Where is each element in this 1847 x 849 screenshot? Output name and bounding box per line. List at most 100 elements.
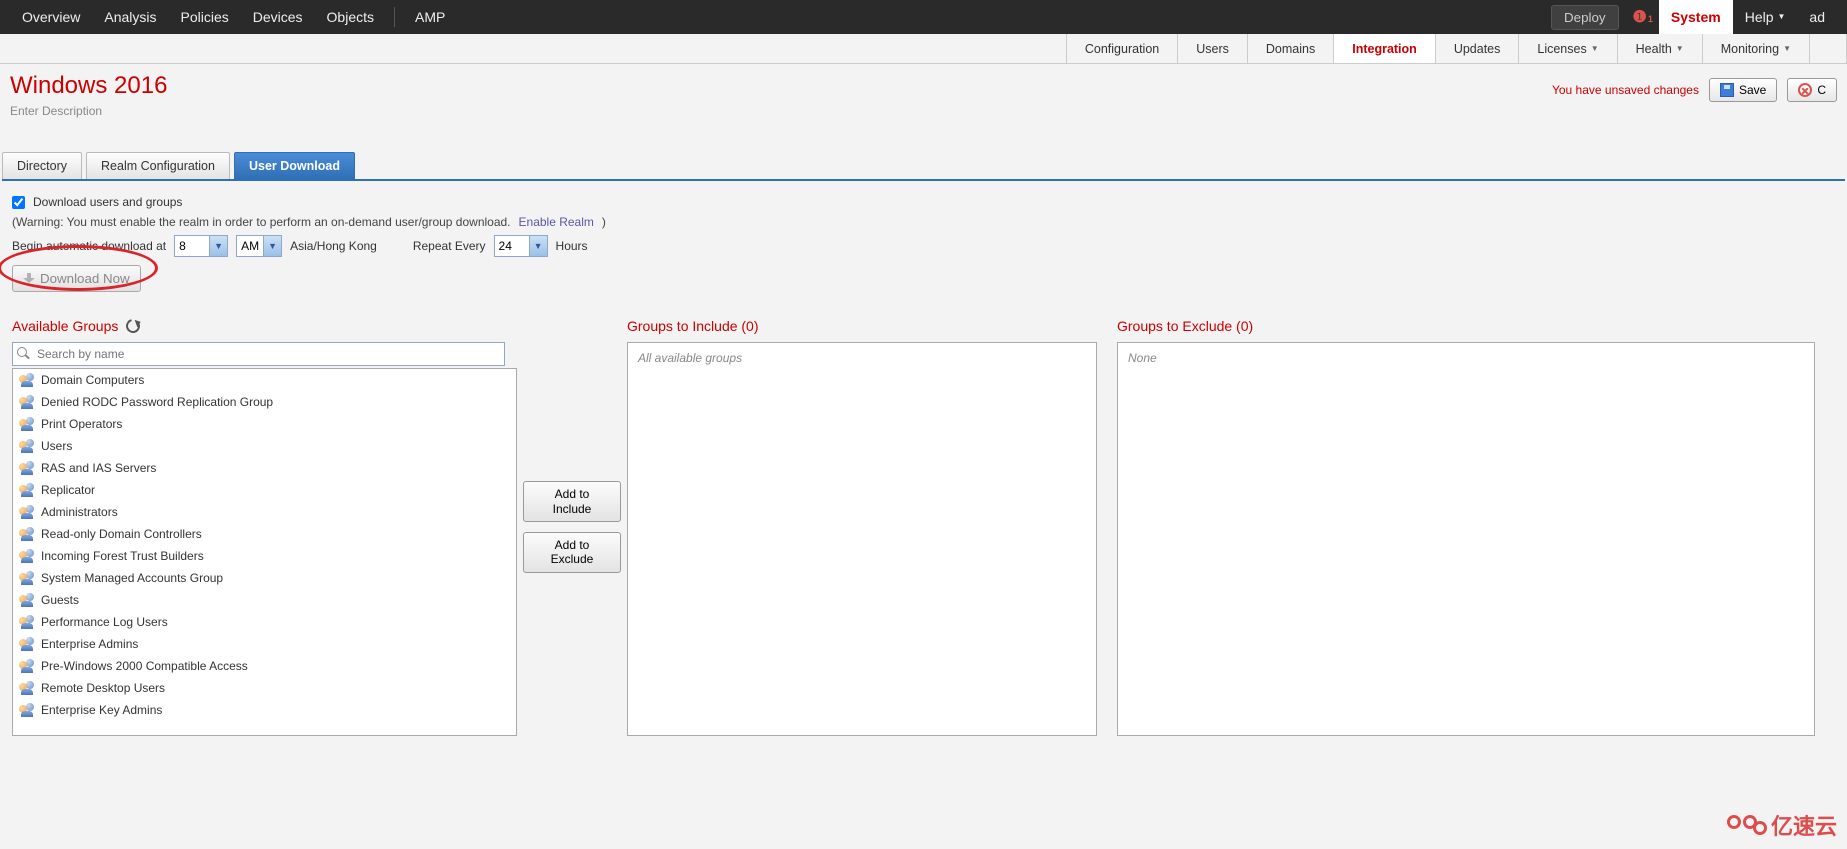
group-name: Remote Desktop Users (41, 681, 165, 695)
deploy-button[interactable]: Deploy (1551, 5, 1619, 30)
subnav-integration[interactable]: Integration (1333, 34, 1435, 63)
subnav-domains[interactable]: Domains (1247, 34, 1333, 63)
group-icon (19, 637, 35, 651)
list-item[interactable]: Performance Log Users (13, 611, 516, 633)
repeat-input[interactable] (495, 236, 529, 256)
subnav-users[interactable]: Users (1177, 34, 1247, 63)
group-icon (19, 527, 35, 541)
nav-devices[interactable]: Devices (241, 0, 315, 34)
group-icon (19, 395, 35, 409)
page-header-left: Windows 2016 Enter Description (10, 72, 167, 118)
download-icon (23, 273, 35, 285)
group-name: Read-only Domain Controllers (41, 527, 202, 541)
list-item[interactable]: Pre-Windows 2000 Compatible Access (13, 655, 516, 677)
group-icon (19, 571, 35, 585)
download-now-button[interactable]: Download Now (12, 265, 141, 292)
list-item[interactable]: Guests (13, 589, 516, 611)
subnav-health[interactable]: Health▼ (1617, 34, 1702, 63)
group-name: Enterprise Key Admins (41, 703, 162, 717)
sub-nav: Configuration Users Domains Integration … (0, 34, 1847, 64)
group-icon (19, 505, 35, 519)
hour-input[interactable] (175, 236, 209, 256)
cancel-icon (1798, 83, 1812, 97)
nav-objects[interactable]: Objects (315, 0, 386, 34)
add-to-exclude-button[interactable]: Add to Exclude (523, 532, 621, 573)
exclude-groups-list[interactable]: None (1117, 342, 1815, 736)
nav-help[interactable]: Help▼ (1733, 0, 1798, 34)
caret-icon: ▼ (1591, 34, 1599, 64)
nav-policies[interactable]: Policies (169, 0, 241, 34)
group-icon (19, 483, 35, 497)
subnav-updates[interactable]: Updates (1435, 34, 1519, 63)
group-name: Incoming Forest Trust Builders (41, 549, 204, 563)
group-name: Guests (41, 593, 79, 607)
nav-divider (394, 7, 395, 27)
include-groups-list[interactable]: All available groups (627, 342, 1097, 736)
group-name: Users (41, 439, 72, 453)
page-description[interactable]: Enter Description (10, 104, 167, 118)
nav-amp[interactable]: AMP (403, 0, 457, 34)
subnav-monitoring[interactable]: Monitoring▼ (1702, 34, 1809, 63)
download-users-checkbox[interactable] (12, 196, 25, 209)
timezone-label: Asia/Hong Kong (290, 239, 377, 253)
list-item[interactable]: Print Operators (13, 413, 516, 435)
group-name: Domain Computers (41, 373, 144, 387)
download-now-label: Download Now (40, 271, 130, 286)
subnav-monitoring-label: Monitoring (1721, 34, 1779, 64)
ampm-input[interactable] (237, 236, 263, 256)
watermark: 亿速云 (1727, 809, 1837, 841)
list-item[interactable]: Denied RODC Password Replication Group (13, 391, 516, 413)
tab-user-download[interactable]: User Download (234, 152, 355, 179)
download-users-label: Download users and groups (33, 195, 182, 209)
hours-label: Hours (556, 239, 588, 253)
alert-icon[interactable]: ❶1 (1633, 7, 1653, 27)
nav-system[interactable]: System (1659, 0, 1733, 34)
list-item[interactable]: Incoming Forest Trust Builders (13, 545, 516, 567)
refresh-icon[interactable] (124, 316, 143, 335)
group-name: Print Operators (41, 417, 122, 431)
group-icon (19, 461, 35, 475)
group-icon (19, 703, 35, 717)
disk-icon (1720, 83, 1734, 97)
list-item[interactable]: Users (13, 435, 516, 457)
list-item[interactable]: Domain Computers (13, 369, 516, 391)
available-groups-scroll[interactable]: Domain Computers Denied RODC Password Rep… (13, 369, 516, 735)
nav-overview[interactable]: Overview (10, 0, 92, 34)
hour-select[interactable]: ▼ (174, 235, 228, 257)
list-item[interactable]: Read-only Domain Controllers (13, 523, 516, 545)
nav-help-label: Help (1745, 0, 1774, 34)
cancel-button[interactable]: C (1787, 78, 1837, 102)
repeat-select[interactable]: ▼ (494, 235, 548, 257)
tab-realm-configuration[interactable]: Realm Configuration (86, 152, 230, 179)
chevron-down-icon[interactable]: ▼ (209, 236, 227, 256)
enable-realm-link[interactable]: Enable Realm (519, 215, 594, 229)
list-item[interactable]: Administrators (13, 501, 516, 523)
unsaved-changes-label: You have unsaved changes (1552, 83, 1699, 97)
subnav-licenses[interactable]: Licenses▼ (1518, 34, 1616, 63)
chevron-down-icon[interactable]: ▼ (263, 236, 281, 256)
nav-user[interactable]: ad (1797, 0, 1837, 34)
group-name: RAS and IAS Servers (41, 461, 156, 475)
list-item[interactable]: Remote Desktop Users (13, 677, 516, 699)
list-item[interactable]: RAS and IAS Servers (13, 457, 516, 479)
ampm-select[interactable]: ▼ (236, 235, 282, 257)
download-users-row: Download users and groups (12, 195, 1835, 209)
subnav-overflow (1809, 34, 1847, 63)
top-nav-right: Deploy ❶1 System Help▼ ad (1551, 0, 1837, 34)
list-item[interactable]: Enterprise Key Admins (13, 699, 516, 721)
page-header-right: You have unsaved changes Save C (1552, 72, 1837, 102)
group-name: System Managed Accounts Group (41, 571, 223, 585)
save-button[interactable]: Save (1709, 78, 1777, 102)
add-to-include-button[interactable]: Add to Include (523, 481, 621, 522)
chevron-down-icon[interactable]: ▼ (529, 236, 547, 256)
save-label: Save (1739, 83, 1766, 97)
list-item[interactable]: Enterprise Admins (13, 633, 516, 655)
list-item[interactable]: System Managed Accounts Group (13, 567, 516, 589)
list-item[interactable]: Replicator (13, 479, 516, 501)
tab-directory[interactable]: Directory (2, 152, 82, 179)
cancel-label: C (1817, 83, 1826, 97)
groups-columns: Available Groups Domain ComputersDenied … (12, 318, 1835, 736)
nav-analysis[interactable]: Analysis (92, 0, 168, 34)
subnav-configuration[interactable]: Configuration (1066, 34, 1177, 63)
group-search-input[interactable] (12, 342, 505, 366)
